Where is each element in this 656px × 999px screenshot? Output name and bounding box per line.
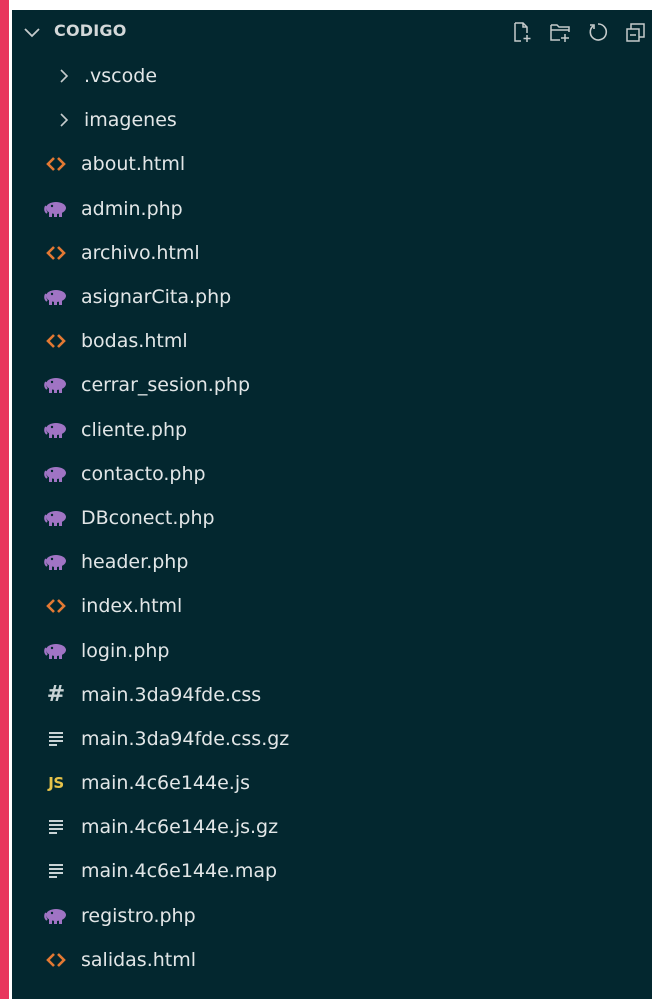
file-item[interactable]: bodas.html <box>12 319 652 363</box>
item-label: main.4c6e144e.js <box>81 772 250 795</box>
new-file-icon[interactable] <box>506 16 538 48</box>
html-file-icon <box>44 948 68 972</box>
chevron-down-icon[interactable] <box>20 20 44 44</box>
file-item[interactable]: salidas.html <box>12 938 652 982</box>
item-label: .vscode <box>84 65 158 88</box>
file-item[interactable]: about.html <box>12 142 652 186</box>
folder-item[interactable]: .vscode <box>12 54 652 98</box>
folder-title: CODIGO <box>54 21 127 40</box>
php-file-icon <box>44 550 68 574</box>
accent-bar <box>0 0 9 999</box>
chevron-right-icon <box>52 108 76 132</box>
refresh-icon[interactable] <box>582 16 614 48</box>
chevron-right-icon <box>52 64 76 88</box>
file-item[interactable]: cliente.php <box>12 408 652 452</box>
php-file-icon <box>44 462 68 486</box>
item-label: DBconect.php <box>81 506 215 529</box>
item-label: main.3da94fde.css <box>81 683 262 706</box>
file-item[interactable]: asignarCita.php <box>12 275 652 319</box>
html-file-icon <box>44 152 68 176</box>
folder-item[interactable]: imagenes <box>12 98 652 142</box>
file-item[interactable]: contacto.php <box>12 452 652 496</box>
item-label: salidas.html <box>81 948 197 971</box>
item-label: index.html <box>81 595 183 618</box>
file-item[interactable]: main.3da94fde.css.gz <box>12 717 652 761</box>
php-file-icon <box>44 506 68 530</box>
item-label: bodas.html <box>81 330 188 353</box>
file-item[interactable]: admin.php <box>12 187 652 231</box>
php-file-icon <box>44 197 68 221</box>
html-file-icon <box>44 329 68 353</box>
file-tree: .vscode imagenes about.html admin.php archiv… <box>12 54 652 982</box>
php-file-icon <box>44 904 68 928</box>
file-item[interactable]: registro.php <box>12 894 652 938</box>
collapse-all-icon[interactable] <box>620 16 652 48</box>
item-label: contacto.php <box>81 462 206 485</box>
file-item[interactable]: index.html <box>12 584 652 628</box>
item-label: cerrar_sesion.php <box>81 374 251 397</box>
file-item[interactable]: main.4c6e144e.js.gz <box>12 805 652 849</box>
folder-header[interactable]: CODIGO <box>12 10 652 54</box>
html-file-icon <box>44 241 68 265</box>
php-file-icon <box>44 373 68 397</box>
item-label: main.4c6e144e.map <box>81 860 278 883</box>
file-item[interactable]: # main.3da94fde.css <box>12 673 652 717</box>
item-label: cliente.php <box>81 418 188 441</box>
js-file-icon: JS <box>44 771 68 795</box>
css-glyph: # <box>46 682 66 708</box>
item-label: about.html <box>81 153 186 176</box>
file-item[interactable]: archivo.html <box>12 231 652 275</box>
header-actions <box>506 16 652 48</box>
file-item[interactable]: header.php <box>12 540 652 584</box>
file-item[interactable]: login.php <box>12 628 652 672</box>
new-folder-icon[interactable] <box>544 16 576 48</box>
js-glyph: JS <box>48 774 64 793</box>
item-label: main.4c6e144e.js.gz <box>81 816 279 839</box>
file-explorer: CODIGO .vscode imagenes about.html admin.ph… <box>0 0 656 999</box>
item-label: header.php <box>81 551 189 574</box>
php-file-icon <box>44 285 68 309</box>
file-item[interactable]: cerrar_sesion.php <box>12 363 652 407</box>
item-label: asignarCita.php <box>81 286 232 309</box>
text-file-icon <box>44 815 68 839</box>
file-item[interactable]: DBconect.php <box>12 496 652 540</box>
php-file-icon <box>44 418 68 442</box>
item-label: admin.php <box>81 197 183 220</box>
item-label: registro.php <box>81 904 196 927</box>
item-label: imagenes <box>84 109 177 132</box>
php-file-icon <box>44 639 68 663</box>
text-file-icon <box>44 859 68 883</box>
item-label: archivo.html <box>81 241 200 264</box>
file-item[interactable]: JS main.4c6e144e.js <box>12 761 652 805</box>
html-file-icon <box>44 594 68 618</box>
item-label: main.3da94fde.css.gz <box>81 727 290 750</box>
text-file-icon <box>44 727 68 751</box>
file-item[interactable]: main.4c6e144e.map <box>12 849 652 893</box>
css-file-icon: # <box>44 682 68 708</box>
item-label: login.php <box>81 639 170 662</box>
explorer-panel: CODIGO .vscode imagenes about.html admin.ph… <box>12 10 652 999</box>
